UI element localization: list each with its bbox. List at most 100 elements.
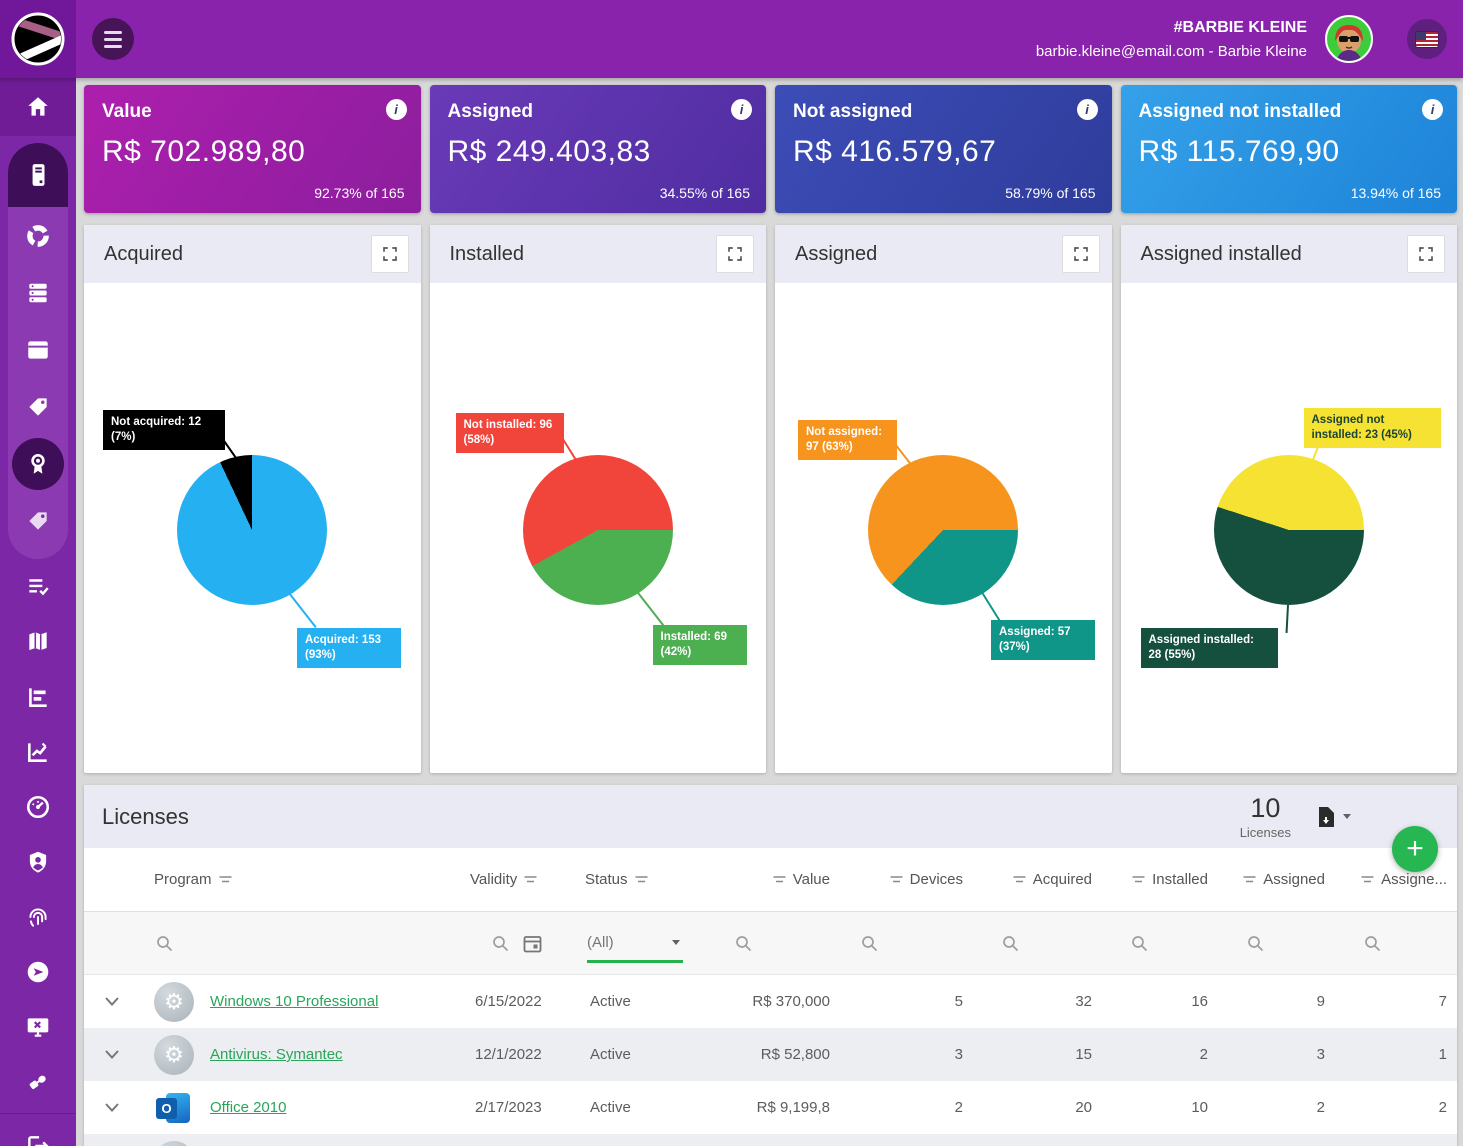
table-row[interactable]: O Office 2010 2/17/2023 Active R$ 9,199,… (84, 1081, 1457, 1134)
language-selector[interactable] (1407, 19, 1447, 59)
licenses-count: 10 Licenses (1240, 793, 1291, 840)
add-license-button[interactable]: + (1392, 826, 1438, 872)
column-header-program[interactable]: Program (140, 871, 470, 888)
sidebar-item-rankings[interactable] (0, 669, 76, 724)
row-expand-chevron[interactable] (84, 1050, 140, 1059)
devices-search[interactable] (835, 935, 968, 952)
expand-icon[interactable] (371, 235, 409, 273)
acquired-search[interactable] (968, 935, 1097, 952)
header-filter-icon[interactable] (1132, 875, 1145, 885)
pie-label-assigned-installed: Assigned installed: 28 (55%) (1141, 628, 1278, 668)
calendar-icon[interactable] (523, 934, 542, 953)
assigned-search[interactable] (1213, 935, 1330, 952)
sidebar-item-deploy[interactable] (0, 944, 76, 999)
pie-chart-installed[interactable] (523, 455, 673, 605)
table-row[interactable]: ⚙ Antivirus: Symantec 12/1/2022 Active R… (84, 1028, 1457, 1081)
expand-icon[interactable] (716, 235, 754, 273)
validity-cell: 12/1/2022 (470, 1046, 585, 1063)
sidebar-item-map[interactable] (0, 614, 76, 669)
sidebar-item-home[interactable] (0, 78, 76, 136)
pie-label-installed: Installed: 69 (42%) (653, 625, 747, 665)
sidebar-divider (0, 1113, 76, 1114)
column-header-installed[interactable]: Installed (1097, 871, 1213, 888)
value-search[interactable] (695, 935, 835, 952)
installed-cell: 10 (1097, 1099, 1213, 1116)
sidebar-item-security[interactable] (0, 889, 76, 944)
export-menu[interactable] (1317, 807, 1351, 827)
info-icon[interactable]: i (731, 99, 752, 120)
sidebar-item-reports[interactable] (8, 207, 68, 264)
stat-card-assigned-not-installed: Assigned not installed i R$ 115.769,90 1… (1121, 85, 1458, 213)
installed-search[interactable] (1097, 935, 1213, 952)
header-filter-icon[interactable] (635, 875, 648, 885)
avatar[interactable] (1325, 15, 1373, 63)
sidebar-item-tags[interactable] (8, 378, 68, 435)
column-header-status[interactable]: Status (585, 871, 695, 888)
column-header-value[interactable]: Value (695, 871, 835, 888)
column-header-validity[interactable]: Validity (470, 871, 585, 888)
column-header-assigned[interactable]: Assigned (1213, 871, 1330, 888)
sidebar-item-applications[interactable] (8, 321, 68, 378)
info-icon[interactable]: i (1077, 99, 1098, 120)
stat-percent: 34.55% of 165 (660, 185, 750, 201)
header-filter-icon[interactable] (1243, 875, 1256, 885)
expand-icon[interactable] (1407, 235, 1445, 273)
status-cell: Active (585, 1046, 695, 1063)
expand-icon[interactable] (1062, 235, 1100, 273)
stat-card-assigned: Assigned i R$ 249.403,83 34.55% of 165 (430, 85, 767, 213)
program-link[interactable]: Office 2010 (210, 1099, 286, 1116)
program-gear-icon: ⚙ (154, 1141, 194, 1146)
devices-cell: 5 (835, 993, 968, 1010)
header-filter-icon[interactable] (524, 875, 537, 885)
info-icon[interactable]: i (1422, 99, 1443, 120)
column-header-assigned-installed[interactable]: Assigne... (1330, 871, 1457, 888)
acquired-cell: 20 (968, 1099, 1097, 1116)
column-header-acquired[interactable]: Acquired (968, 871, 1097, 888)
sidebar-item-integrations[interactable] (0, 1054, 76, 1109)
program-link[interactable]: Antivirus: Symantec (210, 1046, 343, 1063)
sidebar-item-dashboard[interactable] (0, 779, 76, 834)
sidebar-item-logout[interactable] (0, 1118, 76, 1146)
app-logo[interactable] (0, 0, 76, 78)
checklist-icon (25, 574, 51, 600)
header-filter-icon[interactable] (773, 875, 786, 885)
pie-chart-assigned[interactable] (868, 455, 1018, 605)
column-header-devices[interactable]: Devices (835, 871, 968, 888)
sidebar-item-analytics[interactable] (0, 724, 76, 779)
header-filter-icon[interactable] (1013, 875, 1026, 885)
hamburger-menu-icon[interactable] (92, 18, 134, 60)
row-expand-chevron[interactable] (84, 997, 140, 1006)
program-outlook-icon: O (154, 1088, 194, 1128)
caret-down-icon (1343, 814, 1351, 819)
header-filter-icon[interactable] (890, 875, 903, 885)
table-row-partial[interactable]: ⚙ (84, 1134, 1457, 1146)
sidebar-item-remote[interactable] (0, 999, 76, 1054)
program-link[interactable]: Windows 10 Professional (210, 993, 378, 1010)
tag-icon (25, 394, 51, 420)
validity-cell: 6/15/2022 (470, 993, 585, 1010)
pie-chart-assigned-installed[interactable] (1214, 455, 1364, 605)
row-expand-chevron[interactable] (84, 1103, 140, 1112)
stat-percent: 13.94% of 165 (1351, 185, 1441, 201)
sidebar-item-licenses[interactable] (8, 435, 68, 492)
chart-card-acquired: Acquired Not acquired: 12 (7%) Acquired:… (84, 225, 421, 773)
chart-title: Acquired (104, 243, 183, 266)
info-icon[interactable]: i (386, 99, 407, 120)
status-filter-select[interactable]: (All) (585, 934, 695, 953)
pie-chart-acquired[interactable] (177, 455, 327, 605)
assigned-installed-search[interactable] (1330, 935, 1457, 952)
program-gear-icon: ⚙ (154, 1035, 194, 1075)
sidebar-item-tasks[interactable] (0, 559, 76, 614)
sidebar-item-users[interactable] (0, 834, 76, 889)
table-row[interactable]: ⚙ Windows 10 Professional 6/15/2022 Acti… (84, 975, 1457, 1028)
sidebar-item-labels[interactable] (8, 492, 68, 549)
program-search[interactable] (140, 935, 470, 952)
pie-label-assigned: Assigned: 57 (37%) (991, 620, 1095, 660)
sidebar-item-devices[interactable] (8, 143, 68, 207)
header-filter-icon[interactable] (1361, 875, 1374, 885)
validity-filter[interactable] (470, 934, 585, 953)
status-cell: Active (585, 993, 695, 1010)
table-header: Program Validity Status Value Devices (84, 848, 1457, 912)
header-filter-icon[interactable] (219, 875, 232, 885)
sidebar-item-servers[interactable] (8, 264, 68, 321)
